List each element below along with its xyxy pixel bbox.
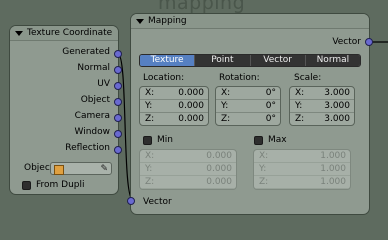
- max-z-field[interactable]: Z: 1.000: [254, 176, 350, 189]
- min-y-field[interactable]: Y: 0.000: [140, 163, 236, 176]
- min-checkbox[interactable]: [143, 136, 152, 145]
- output-generated: Generated: [62, 47, 110, 57]
- object-cube-icon: [54, 165, 64, 175]
- scale-x-field[interactable]: X: 3.000: [290, 87, 354, 100]
- scale-z-field[interactable]: Z: 3.000: [290, 113, 354, 125]
- rotation-label: Rotation:: [219, 73, 260, 83]
- rotation-y-field[interactable]: Y: 0°: [216, 100, 280, 113]
- input-vector-label: Vector: [143, 197, 172, 207]
- socket-window[interactable]: [114, 130, 122, 138]
- scale-y-field[interactable]: Y: 3.000: [290, 100, 354, 113]
- min-label: Min: [157, 135, 173, 145]
- tab-vector[interactable]: Vector: [250, 55, 306, 66]
- location-x-field[interactable]: X: 0.000: [140, 87, 208, 100]
- output-window: Window: [74, 127, 111, 137]
- max-checkbox[interactable]: [254, 136, 263, 145]
- rotation-z-field[interactable]: Z: 0°: [216, 113, 280, 125]
- tab-normal[interactable]: Normal: [305, 55, 360, 66]
- min-fields[interactable]: X: 0.000 Y: 0.000 Z: 0.000: [139, 149, 237, 190]
- object-field[interactable]: Objec ✎: [24, 162, 114, 176]
- from-dupli-label: From Dupli: [36, 180, 85, 190]
- output-object: Object: [80, 95, 110, 105]
- location-label: Location:: [143, 73, 185, 83]
- mapping-header[interactable]: Mapping: [131, 14, 369, 29]
- tab-point[interactable]: Point: [195, 55, 251, 66]
- output-normal: Normal: [77, 63, 110, 73]
- socket-uv[interactable]: [114, 82, 122, 90]
- socket-camera[interactable]: [114, 114, 122, 122]
- tab-texture[interactable]: Texture: [140, 55, 196, 66]
- max-label: Max: [268, 135, 287, 145]
- max-x-field[interactable]: X: 1.000: [254, 150, 350, 163]
- location-y-field[interactable]: Y: 0.000: [140, 100, 208, 113]
- max-y-field[interactable]: Y: 1.000: [254, 163, 350, 176]
- rotation-x-field[interactable]: X: 0°: [216, 87, 280, 100]
- output-reflection: Reflection: [65, 143, 110, 153]
- mapping-type-tabs[interactable]: Texture Point Vector Normal: [139, 54, 361, 67]
- object-selector[interactable]: ✎: [50, 162, 112, 175]
- collapse-triangle-icon[interactable]: [136, 18, 144, 24]
- scale-label: Scale:: [294, 73, 322, 83]
- max-fields[interactable]: X: 1.000 Y: 1.000 Z: 1.000: [253, 149, 351, 190]
- node-editor-canvas[interactable]: mapping Texture Coordinate Generated Nor…: [0, 0, 388, 214]
- socket-input-vector[interactable]: [127, 197, 135, 205]
- location-fields[interactable]: X: 0.000 Y: 0.000 Z: 0.000: [139, 86, 209, 126]
- socket-object[interactable]: [114, 98, 122, 106]
- from-dupli-checkbox[interactable]: [22, 181, 31, 190]
- min-z-field[interactable]: Z: 0.000: [140, 176, 236, 189]
- output-vector-label: Vector: [332, 37, 361, 47]
- mapping-node[interactable]: Mapping Vector Texture Point Vector Norm…: [131, 14, 369, 214]
- rotation-fields[interactable]: X: 0° Y: 0° Z: 0°: [215, 86, 281, 126]
- output-uv: UV: [97, 79, 110, 89]
- texture-coordinate-node[interactable]: Texture Coordinate Generated Normal UV O…: [10, 26, 118, 194]
- socket-reflection[interactable]: [114, 146, 122, 154]
- collapse-triangle-icon[interactable]: [15, 30, 23, 36]
- object-label: Objec: [24, 163, 50, 173]
- socket-normal[interactable]: [114, 66, 122, 74]
- socket-output-vector[interactable]: [365, 38, 373, 46]
- node-title: Mapping: [148, 16, 187, 26]
- location-z-field[interactable]: Z: 0.000: [140, 113, 208, 125]
- node-title: Texture Coordinate: [27, 28, 113, 38]
- output-camera: Camera: [74, 111, 110, 121]
- socket-generated[interactable]: [114, 50, 122, 58]
- eyedropper-icon[interactable]: ✎: [100, 164, 108, 174]
- scale-fields[interactable]: X: 3.000 Y: 3.000 Z: 3.000: [289, 86, 355, 126]
- min-x-field[interactable]: X: 0.000: [140, 150, 236, 163]
- texture-coordinate-header[interactable]: Texture Coordinate: [10, 26, 118, 41]
